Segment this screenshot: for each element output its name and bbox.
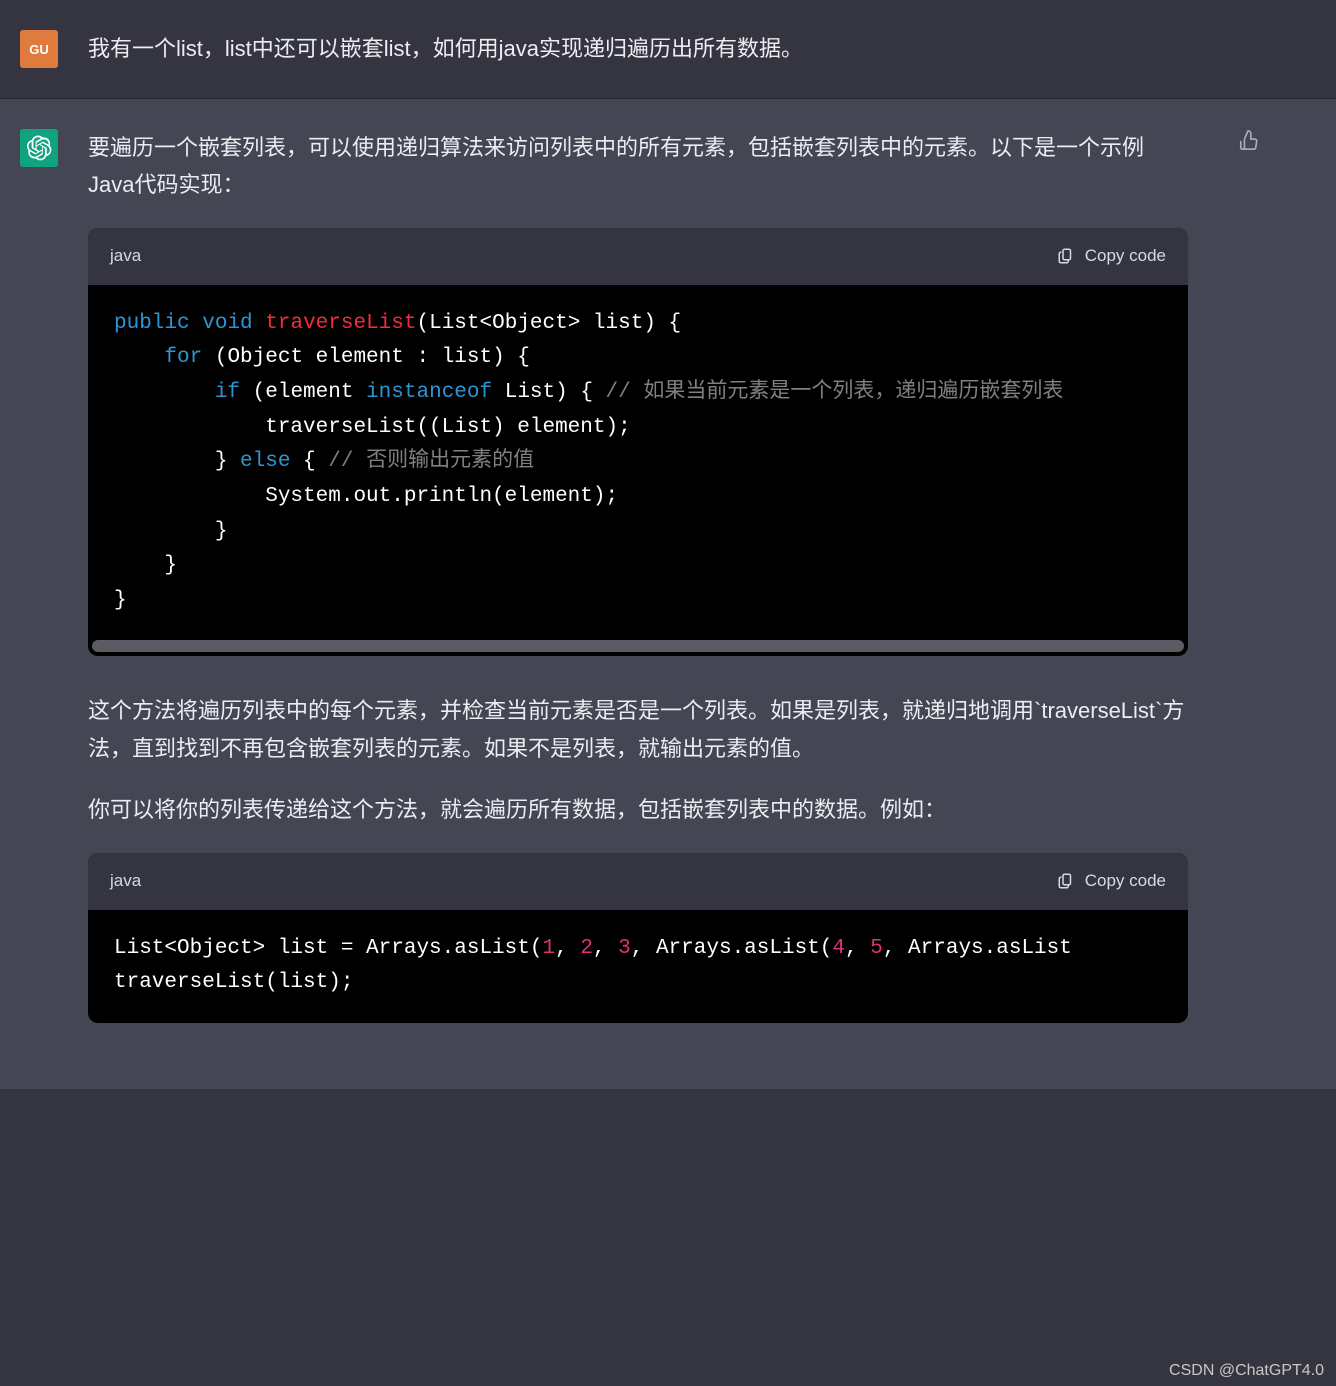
code-lang-label: java — [110, 242, 141, 271]
thumbs-up-icon — [1238, 129, 1260, 151]
code-block-1: java Copy code public void traverseList(… — [88, 228, 1188, 657]
copy-code-label: Copy code — [1085, 242, 1166, 271]
assistant-message-content: 要遍历一个嵌套列表，可以使用递归算法来访问列表中的所有元素，包括嵌套列表中的元素… — [88, 129, 1208, 1059]
copy-code-button[interactable]: Copy code — [1057, 242, 1166, 271]
clipboard-icon — [1057, 247, 1075, 265]
code-body-1[interactable]: public void traverseList(List<Object> li… — [88, 285, 1188, 641]
assistant-para-1: 要遍历一个嵌套列表，可以使用递归算法来访问列表中的所有元素，包括嵌套列表中的元素… — [88, 129, 1188, 204]
assistant-para-2: 这个方法将遍历列表中的每个元素，并检查当前元素是否是一个列表。如果是列表，就递归… — [88, 692, 1188, 767]
user-avatar-label: GU — [29, 42, 49, 57]
assistant-avatar — [20, 129, 58, 167]
clipboard-icon — [1057, 872, 1075, 890]
code-body-2[interactable]: List<Object> list = Arrays.asList(1, 2, … — [88, 910, 1188, 1023]
code-scrollbar[interactable] — [92, 640, 1184, 652]
assistant-para-3: 你可以将你的列表传递给这个方法，就会遍历所有数据，包括嵌套列表中的数据。例如： — [88, 791, 1188, 828]
copy-code-button[interactable]: Copy code — [1057, 867, 1166, 896]
code-header: java Copy code — [88, 228, 1188, 285]
copy-code-label: Copy code — [1085, 867, 1166, 896]
user-message-row: GU 我有一个list，list中还可以嵌套list，如何用java实现递归遍历… — [0, 0, 1336, 99]
user-avatar: GU — [20, 30, 58, 68]
thumbs-up-button[interactable] — [1238, 129, 1268, 159]
code-block-2: java Copy code List<Object> list = Array… — [88, 853, 1188, 1023]
code-header: java Copy code — [88, 853, 1188, 910]
watermark: CSDN @ChatGPT4.0 — [1169, 1362, 1324, 1380]
assistant-message-row: 要遍历一个嵌套列表，可以使用递归算法来访问列表中的所有元素，包括嵌套列表中的元素… — [0, 99, 1336, 1089]
user-message-text: 我有一个list，list中还可以嵌套list，如何用java实现递归遍历出所有… — [88, 30, 1316, 68]
openai-icon — [26, 135, 52, 161]
code-lang-label: java — [110, 867, 141, 896]
